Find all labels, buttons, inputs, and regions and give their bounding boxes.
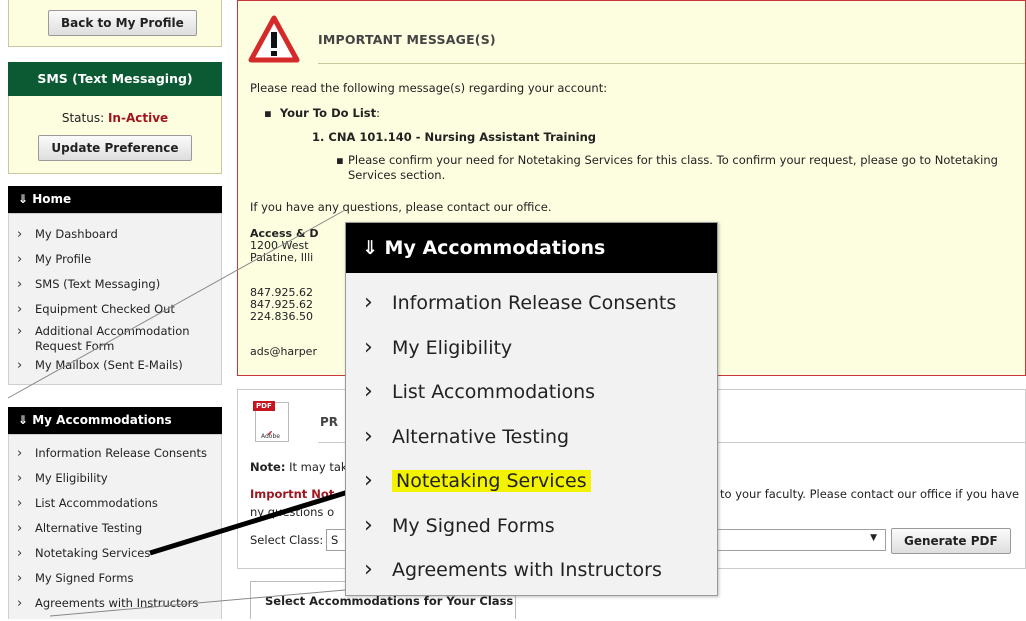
zoomed-item-agreements[interactable]: › Agreements with Instructors <box>346 548 717 593</box>
zoomed-item-alternative-testing[interactable]: › Alternative Testing <box>346 415 717 460</box>
chevron-right-icon: › <box>364 468 373 493</box>
double-chevron-down-icon: ⇓ <box>362 237 385 259</box>
zoomed-item-label-highlighted: Notetaking Services <box>392 470 591 492</box>
zoomed-item-my-eligibility[interactable]: › My Eligibility <box>346 326 717 371</box>
zoomed-item-label: Agreements with Instructors <box>392 559 662 581</box>
zoomed-item-label: My Signed Forms <box>392 514 555 537</box>
zoomed-menu-list: › Information Release Consents › My Eligib… <box>346 273 717 593</box>
chevron-right-icon: › <box>364 334 373 360</box>
chevron-right-icon: › <box>364 379 373 404</box>
zoomed-item-information-release[interactable]: › Information Release Consents <box>346 281 717 326</box>
zoomed-item-my-signed-forms[interactable]: › My Signed Forms <box>346 504 717 549</box>
zoomed-item-list-accommodations[interactable]: › List Accommodations <box>346 370 717 415</box>
chevron-right-icon: › <box>364 557 373 582</box>
zoomed-item-label: List Accommodations <box>392 381 596 403</box>
zoomed-menu-header[interactable]: ⇓ My Accommodations <box>346 223 717 273</box>
chevron-right-icon: › <box>364 423 373 449</box>
chevron-right-icon: › <box>364 512 373 538</box>
zoomed-item-notetaking-services[interactable]: › Notetaking Services <box>346 459 717 504</box>
zoomed-menu-title: My Accommodations <box>384 237 606 259</box>
zoomed-item-label: Alternative Testing <box>392 425 570 448</box>
chevron-right-icon: › <box>364 290 373 315</box>
zoomed-accommodations-menu: ⇓ My Accommodations › Information Release… <box>345 222 718 596</box>
zoomed-item-label: My Eligibility <box>392 336 513 359</box>
zoomed-item-label: Information Release Consents <box>392 292 677 314</box>
